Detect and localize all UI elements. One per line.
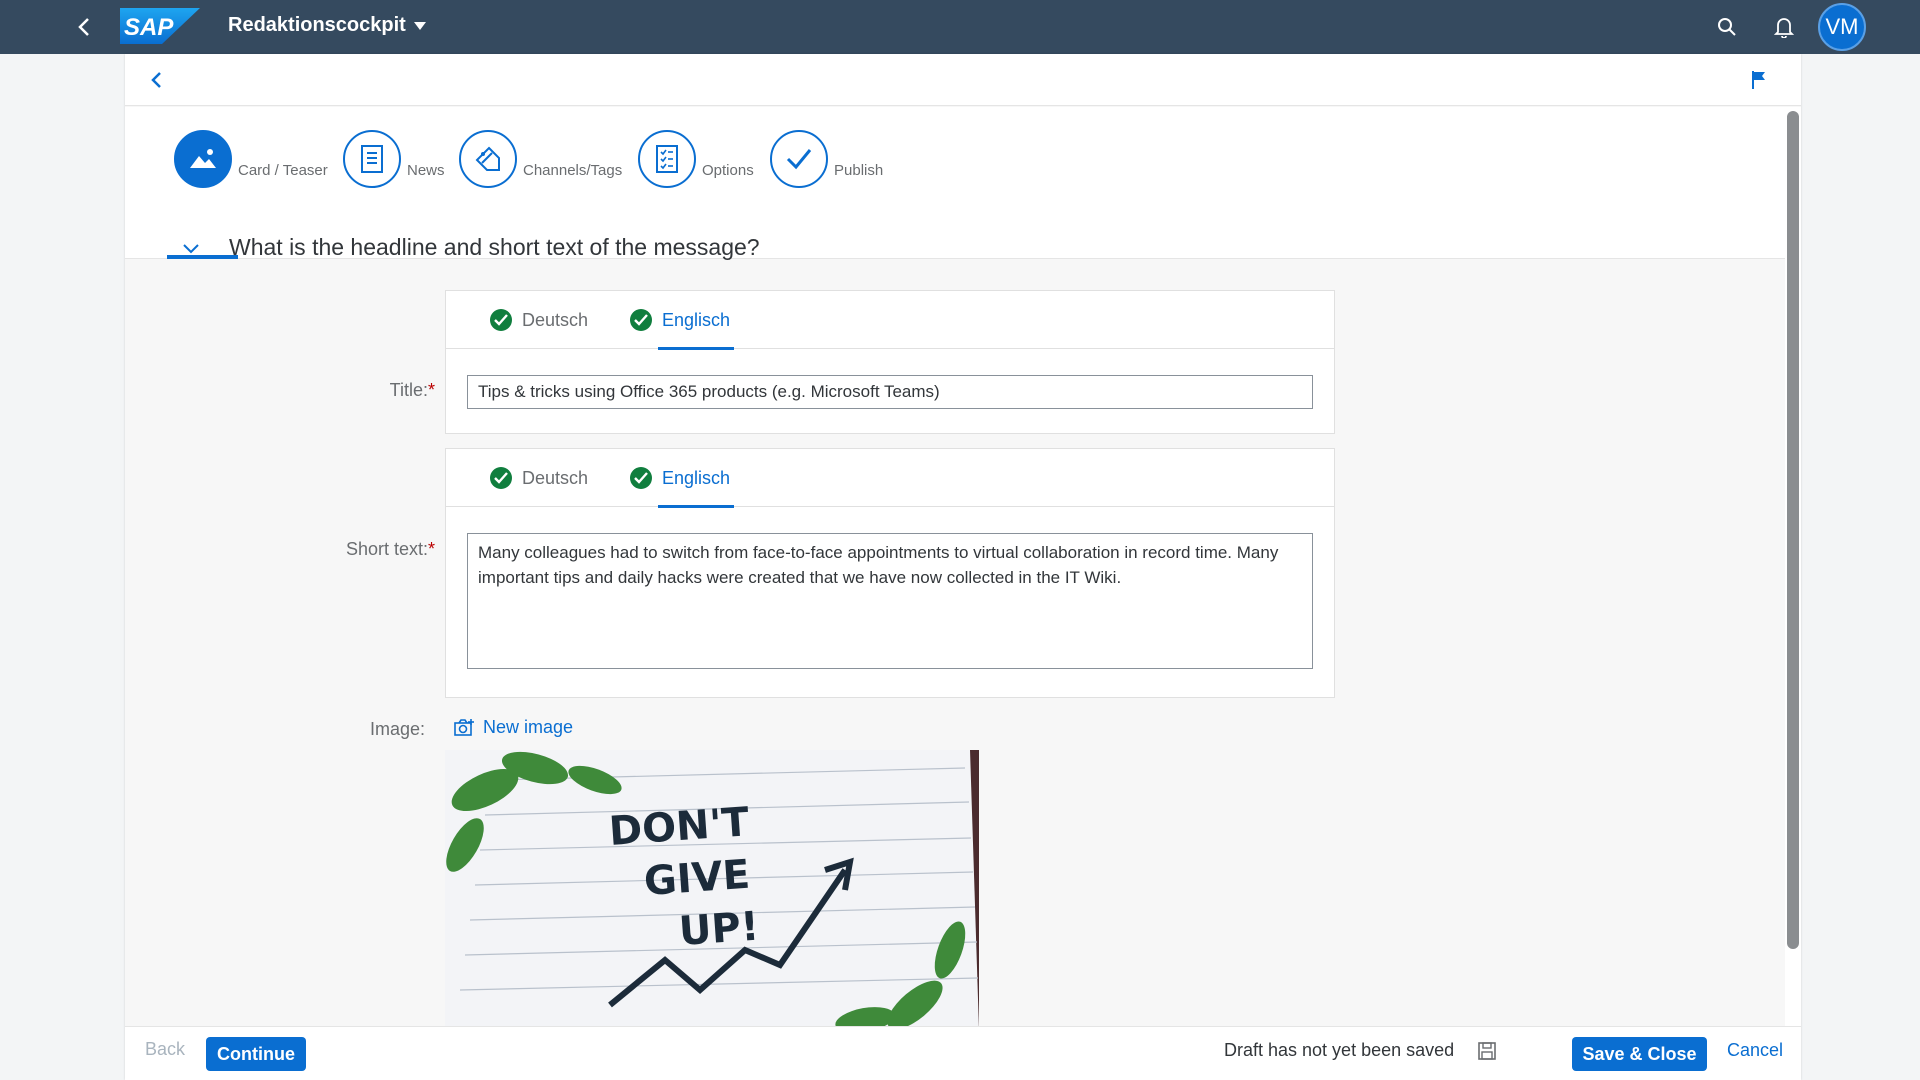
app-title: Redaktionscockpit <box>228 14 406 36</box>
step-label: Options <box>702 161 754 179</box>
svg-text:SAP: SAP <box>124 14 174 41</box>
draft-status: Draft has not yet been saved <box>1224 1040 1455 1060</box>
back-button[interactable]: Back <box>145 1039 185 1060</box>
page: Card / Teaser News Channels/Tags Options… <box>125 54 1801 1080</box>
page-header <box>125 54 1801 106</box>
teaser-image[interactable]: DON'T GIVE UP! <box>445 750 979 1030</box>
scrollbar-thumb[interactable] <box>1787 111 1799 949</box>
caret-down-icon <box>413 21 426 30</box>
step-news[interactable]: News <box>343 129 445 189</box>
success-check-icon <box>490 309 512 331</box>
svg-text:GIVE: GIVE <box>642 852 751 905</box>
title-language-panel: Deutsch Englisch Tips & tricks using Off… <box>445 290 1335 434</box>
step-options[interactable]: Options <box>638 129 754 189</box>
search-icon[interactable] <box>1713 13 1741 41</box>
footer-toolbar: Back Continue Draft has not yet been sav… <box>125 1026 1801 1080</box>
collapse-icon[interactable] <box>179 236 203 260</box>
short-text-language-panel: Deutsch Englisch Many colleagues had to … <box>445 448 1335 698</box>
cancel-button[interactable]: Cancel <box>1727 1040 1783 1061</box>
save-close-button[interactable]: Save & Close <box>1572 1037 1707 1071</box>
checklist-icon <box>638 130 696 188</box>
sap-logo[interactable]: SAP <box>120 8 200 44</box>
step-label: News <box>407 161 445 179</box>
back-icon[interactable] <box>70 13 98 41</box>
tab-englisch[interactable]: Englisch <box>630 467 735 508</box>
continue-button[interactable]: Continue <box>206 1037 306 1071</box>
mountain-icon <box>174 130 232 188</box>
camera-add-icon <box>454 718 474 736</box>
language-tabs: Deutsch Englisch <box>446 291 1334 350</box>
tab-deutsch[interactable]: Deutsch <box>490 309 588 331</box>
page-back-icon[interactable] <box>145 68 169 92</box>
image-label: Image: <box>369 719 425 739</box>
flag-icon[interactable] <box>1747 68 1771 92</box>
tab-englisch[interactable]: Englisch <box>630 309 735 350</box>
tag-icon <box>459 130 517 188</box>
title-label: Title:* <box>389 380 435 400</box>
short-text-label: Short text:* <box>345 539 435 559</box>
bell-icon[interactable] <box>1770 13 1798 41</box>
step-channels-tags[interactable]: Channels/Tags <box>459 129 622 189</box>
language-tabs: Deutsch Englisch <box>446 449 1334 508</box>
shell-bar: SAP Redaktionscockpit VM <box>0 0 1920 54</box>
step-label: Card / Teaser <box>238 161 328 179</box>
app-title-menu[interactable]: Redaktionscockpit <box>228 14 426 37</box>
short-text-textarea[interactable]: Many colleagues had to switch from face-… <box>467 533 1313 669</box>
new-image-link[interactable]: New image <box>453 717 573 738</box>
save-draft-icon[interactable] <box>1475 1039 1499 1063</box>
title-input[interactable]: Tips & tricks using Office 365 products … <box>467 375 1313 409</box>
section-title: What is the headline and short text of t… <box>229 234 760 260</box>
step-label: Publish <box>834 161 884 179</box>
success-check-icon <box>630 309 652 331</box>
step-label: Channels/Tags <box>523 161 623 179</box>
success-check-icon <box>490 467 512 489</box>
document-icon <box>343 130 401 188</box>
success-check-icon <box>630 467 652 489</box>
scrollbar[interactable] <box>1785 107 1801 1080</box>
avatar[interactable]: VM <box>1818 3 1866 51</box>
checkmark-icon <box>770 130 828 188</box>
tab-deutsch[interactable]: Deutsch <box>490 467 588 489</box>
step-publish[interactable]: Publish <box>770 129 883 189</box>
svg-text:DON'T: DON'T <box>607 799 751 855</box>
svg-text:UP!: UP! <box>677 904 760 955</box>
step-card-teaser[interactable]: Card / Teaser <box>174 129 328 189</box>
